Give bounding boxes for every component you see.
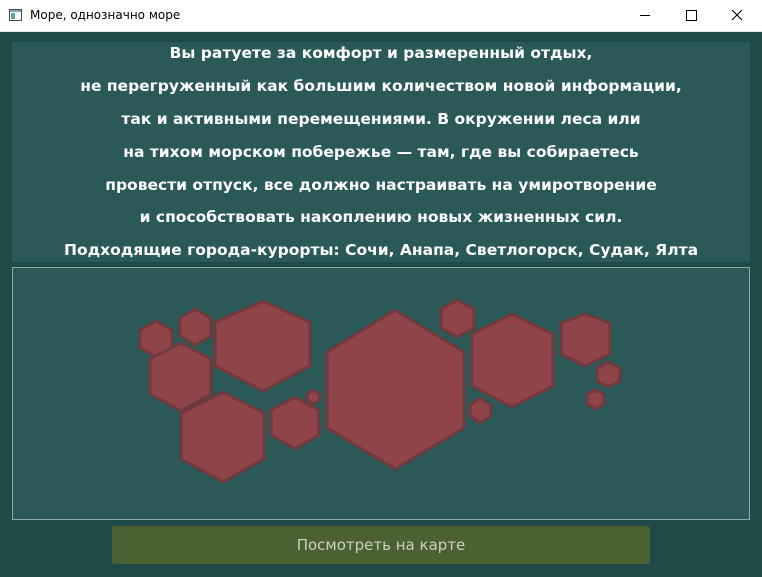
- close-button[interactable]: [714, 0, 760, 31]
- close-icon: [731, 9, 743, 21]
- illustration-panel: [12, 267, 750, 520]
- description-line: и способствовать накоплению новых жизнен…: [139, 208, 623, 226]
- view-on-map-button[interactable]: Посмотреть на карте: [112, 526, 650, 564]
- app-window-icon: [9, 9, 22, 21]
- resort-cities-line: Подходящие города-курорты: Сочи, Анапа, …: [63, 241, 699, 259]
- description-line: на тихом морском побережье — там, где вы…: [123, 143, 639, 161]
- minimize-icon: [640, 15, 650, 16]
- window-title: Море, однозначно море: [30, 8, 181, 22]
- description-line: так и активными перемещениями. В окружен…: [121, 110, 641, 128]
- hexagon-cluster-image: [138, 298, 622, 484]
- description-panel: Вы ратуете за комфорт и размеренный отды…: [12, 42, 750, 262]
- maximize-button[interactable]: [668, 0, 714, 31]
- title-bar[interactable]: Море, однозначно море: [0, 0, 762, 32]
- description-line: провести отпуск, все должно настраивать …: [105, 176, 657, 194]
- app-window: Море, однозначно море Вы ратуете за комф…: [0, 0, 762, 577]
- description-line: Вы ратуете за комфорт и размеренный отды…: [169, 44, 593, 62]
- minimize-button[interactable]: [622, 0, 668, 31]
- description-line: не перегруженный как большим количеством…: [80, 77, 682, 95]
- maximize-icon: [686, 10, 697, 21]
